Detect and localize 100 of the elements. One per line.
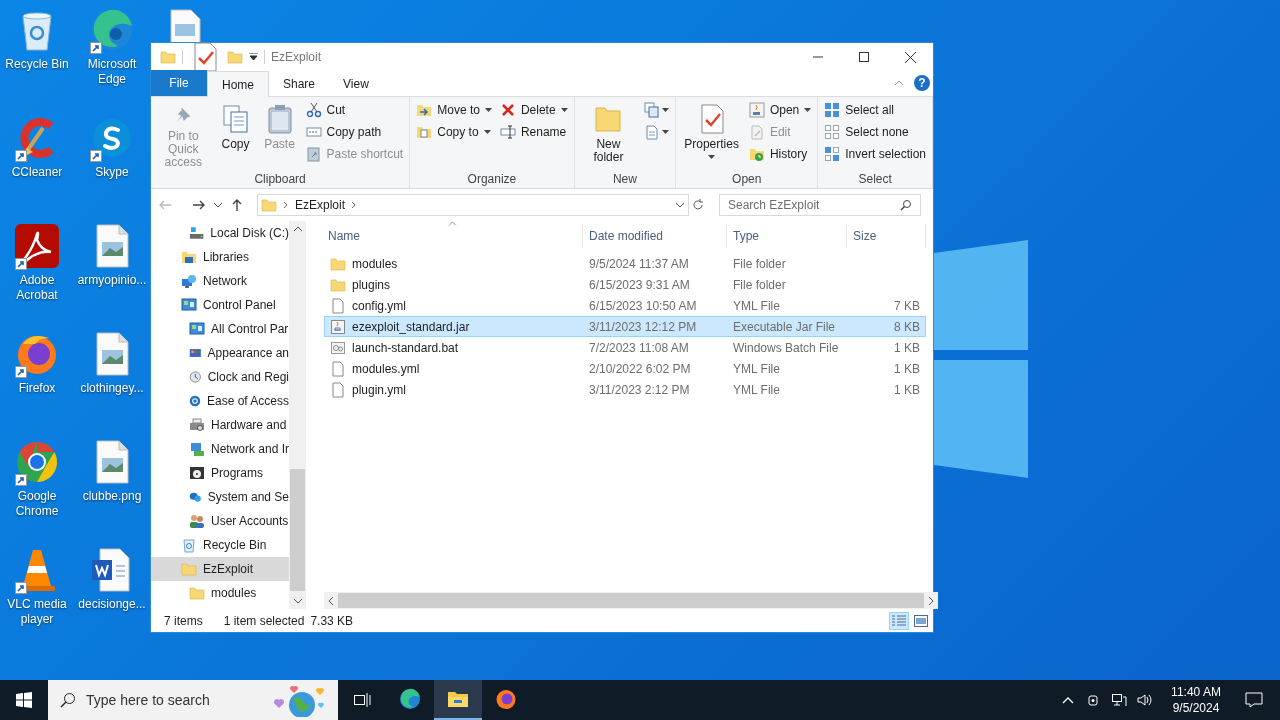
desktop-icon[interactable]: CCleaner [0, 114, 74, 222]
column-header[interactable]: Type [726, 224, 846, 248]
desktop-icon[interactable]: armyopinio... [74, 222, 150, 330]
ribbon-button[interactable]: Copy to [414, 121, 494, 143]
clock[interactable]: 11:40 AM 9/5/2024 [1164, 684, 1228, 716]
shortcut-arrow-icon [15, 366, 27, 378]
edge-icon [398, 687, 422, 711]
ribbon-button[interactable]: Select all [822, 99, 928, 121]
file-name: modules.yml [325, 359, 582, 378]
jar-file-icon [330, 318, 346, 335]
file-row[interactable]: launch-standard.bat 7/2/2023 11:08 AM Windows Batch File 1 KB [324, 337, 926, 358]
nav-item[interactable]: modules [151, 581, 289, 605]
desktop-icon[interactable]: Skype [74, 114, 150, 222]
nav-item[interactable]: Control Panel [151, 293, 289, 317]
date-cell-text: 6/15/2023 9:31 AM [588, 276, 691, 294]
breadcrumb[interactable]: EzExploit [295, 196, 346, 214]
size-cell-text: 1 KB [893, 381, 920, 399]
ribbon-button[interactable]: Select none [822, 121, 928, 143]
ribbon-button[interactable]: Rename [497, 121, 570, 143]
nav-item[interactable]: All Control Par [151, 317, 289, 341]
delete-icon [499, 102, 516, 118]
nav-item[interactable]: Recycle Bin [151, 533, 289, 557]
ribbon-button[interactable]: New folder [578, 99, 639, 169]
ribbon-button[interactable]: Copy [215, 99, 256, 169]
nav-item[interactable]: Ease of Access [151, 389, 289, 413]
help-button[interactable]: ? [914, 75, 930, 91]
file-row[interactable]: ezexploit_standard.jar 3/11/2023 12:12 PM Executable Jar File 8 KB [324, 316, 926, 337]
column-header[interactable]: Name [324, 224, 582, 248]
volume-icon[interactable] [1137, 693, 1153, 707]
file-tab[interactable]: File [151, 70, 207, 96]
recent-locations-icon[interactable] [213, 201, 223, 209]
type-cell-text: YML File [732, 381, 781, 399]
ribbon-button[interactable]: Open [746, 99, 814, 121]
dropdown-icon[interactable] [675, 201, 685, 209]
ribbon-button[interactable]: Copy path [303, 121, 406, 143]
column-header[interactable]: Date modified [582, 224, 726, 248]
printer-icon [189, 417, 205, 433]
file-row[interactable]: modules 9/5/2024 11:37 AM File folder [324, 253, 926, 274]
ribbon-tab[interactable]: View [329, 71, 383, 97]
history-icon [748, 146, 765, 162]
file-row[interactable]: plugin.yml 3/11/2023 2:12 PM YML File 1 KB [324, 379, 926, 400]
nav-item[interactable]: System and Se [151, 485, 289, 509]
column-header[interactable]: Size [846, 224, 926, 248]
nav-item[interactable]: Hardware and [151, 413, 289, 437]
window-title: EzExploit [271, 49, 322, 66]
desktop-icon[interactable]: VLC media player [0, 546, 74, 654]
close-icon [904, 51, 916, 63]
file-icon [330, 381, 346, 398]
file-row[interactable]: plugins 6/15/2023 9:31 AM File folder [324, 274, 926, 295]
refresh-icon[interactable] [691, 198, 705, 212]
ribbon-button[interactable]: Invert selection [822, 143, 928, 165]
shortcut-arrow-icon [15, 258, 27, 270]
nav-item[interactable]: Network [151, 269, 289, 293]
nav-item[interactable]: Clock and Regi [151, 365, 289, 389]
file-row[interactable]: modules.yml 2/10/2022 6:02 PM YML File 1 KB [324, 358, 926, 379]
file-name: plugins [325, 275, 582, 294]
nav-item[interactable]: Programs [151, 461, 289, 485]
nav-item[interactable]: Libraries [151, 245, 289, 269]
type-cell-text: File folder [732, 255, 787, 273]
ribbon-button[interactable]: History [746, 143, 814, 165]
ribbon-button[interactable] [642, 99, 672, 121]
desktop-icon[interactable]: Microsoft Edge [74, 6, 150, 114]
nav-item[interactable]: User Accounts [151, 509, 289, 533]
ribbon-tab[interactable]: Home [207, 71, 269, 97]
nav-item[interactable]: Appearance an [151, 341, 289, 365]
ribbon-button[interactable]: Move to [414, 99, 494, 121]
search-field[interactable]: Search EzExploit [719, 194, 921, 216]
programs-icon [189, 465, 205, 481]
network-icon[interactable] [1111, 693, 1127, 707]
nav-item[interactable]: Local Disk (C:) [151, 221, 289, 245]
desktop-icon[interactable]: Adobe Acrobat [0, 222, 74, 330]
desktop-icon[interactable]: Google Chrome [0, 438, 74, 546]
details-view-icon [892, 614, 906, 627]
scrollbar[interactable] [289, 221, 306, 609]
ribbon-button[interactable]: Cut [303, 99, 406, 121]
desktop-icon[interactable]: Recycle Bin [0, 6, 74, 114]
address-bar[interactable]: EzExploit [257, 194, 689, 216]
acrobat-icon [13, 222, 61, 270]
nav-item[interactable]: EzExploit [151, 557, 289, 581]
taskbar-search-field[interactable]: Type here to search [48, 680, 338, 720]
file-row[interactable]: config.yml 6/15/2023 10:50 AM YML File 7 KB [324, 295, 926, 316]
desktop-icon[interactable]: Firefox [0, 330, 74, 438]
shortcut-arrow-icon [15, 474, 27, 486]
network-icon [181, 273, 197, 289]
notifications-icon[interactable] [1245, 692, 1263, 708]
nav-item[interactable]: Network and Ir [151, 437, 289, 461]
taskbar-app-button[interactable] [434, 680, 482, 720]
desktop-icon[interactable]: decisionge... [74, 546, 150, 654]
chevron-up-icon[interactable] [1062, 696, 1074, 704]
desktop-icon[interactable]: clothingey... [74, 330, 150, 438]
horizontal-scrollbar[interactable] [324, 592, 938, 609]
collapse-ribbon-icon[interactable] [894, 80, 904, 86]
dropdown-icon[interactable] [249, 53, 258, 61]
shortcut-arrow-icon [15, 582, 27, 594]
ribbon-tab[interactable]: Share [269, 71, 330, 97]
ribbon-button[interactable]: Delete [497, 99, 570, 121]
type-cell-text: YML File [732, 360, 781, 378]
library-icon [181, 249, 197, 265]
ribbon-button[interactable]: Properties [680, 99, 743, 169]
desktop-icon[interactable]: clubbe.png [74, 438, 150, 546]
